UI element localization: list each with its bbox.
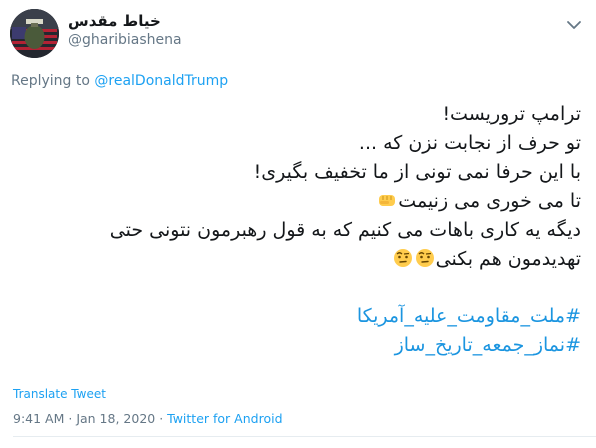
tweet-source-link[interactable]: Twitter for Android bbox=[167, 411, 282, 426]
tweet-line-with-emoji: تهدیدمون هم بکنی bbox=[15, 245, 581, 274]
reply-context: Replying to @realDonaldTrump bbox=[11, 73, 228, 89]
tweet-line: با این حرفا نمی تونی از ما تخفیف بگیری! bbox=[253, 161, 581, 183]
face-with-raised-eyebrow-emoji bbox=[415, 248, 435, 268]
reply-prefix: Replying to bbox=[11, 73, 95, 89]
divider bbox=[13, 436, 596, 437]
avatar[interactable] bbox=[10, 9, 59, 58]
tweet-metadata: 9:41 AM · Jan 18, 2020 · Twitter for And… bbox=[13, 411, 283, 426]
tweet-header: خیاط مقدس @gharibiashena bbox=[0, 0, 596, 62]
author-display-name[interactable]: خیاط مقدس bbox=[68, 12, 161, 30]
hashtag-link[interactable]: #نماز_جمعه_تاریخ_ساز bbox=[15, 331, 581, 360]
tweet-line: ترامپ تروریست! bbox=[442, 103, 581, 125]
tweet-line-text: تهدیدمون هم بکنی bbox=[435, 248, 581, 270]
oncoming-fist-emoji bbox=[377, 190, 397, 210]
tweet-time[interactable]: 9:41 AM bbox=[13, 411, 64, 426]
reply-mention-link[interactable]: @realDonaldTrump bbox=[94, 73, 228, 89]
chevron-down-icon[interactable] bbox=[563, 14, 585, 36]
hashtag-link[interactable]: #ملت_مقاومت_علیه_آمریکا bbox=[15, 302, 581, 331]
face-with-raised-eyebrow-emoji bbox=[393, 248, 413, 268]
meta-separator: · bbox=[155, 411, 168, 426]
tweet-line-text: تا می خوری می زنیمت bbox=[398, 190, 581, 212]
tweet-text: ترامپ تروریست! تو حرف از نجابت نزن که ..… bbox=[15, 100, 581, 360]
tweet-date[interactable]: Jan 18, 2020 bbox=[76, 411, 155, 426]
tweet-line-with-emoji: تا می خوری می زنیمت bbox=[15, 187, 581, 216]
author-handle[interactable]: @gharibiashena bbox=[68, 32, 182, 48]
tweet-line: تو حرف از نجابت نزن که ... bbox=[358, 132, 581, 154]
tweet-line: دیگه یه کاری باهات می کنیم که به قول رهب… bbox=[109, 219, 581, 241]
translate-tweet-link[interactable]: Translate Tweet bbox=[13, 387, 106, 401]
meta-separator: · bbox=[64, 411, 77, 426]
